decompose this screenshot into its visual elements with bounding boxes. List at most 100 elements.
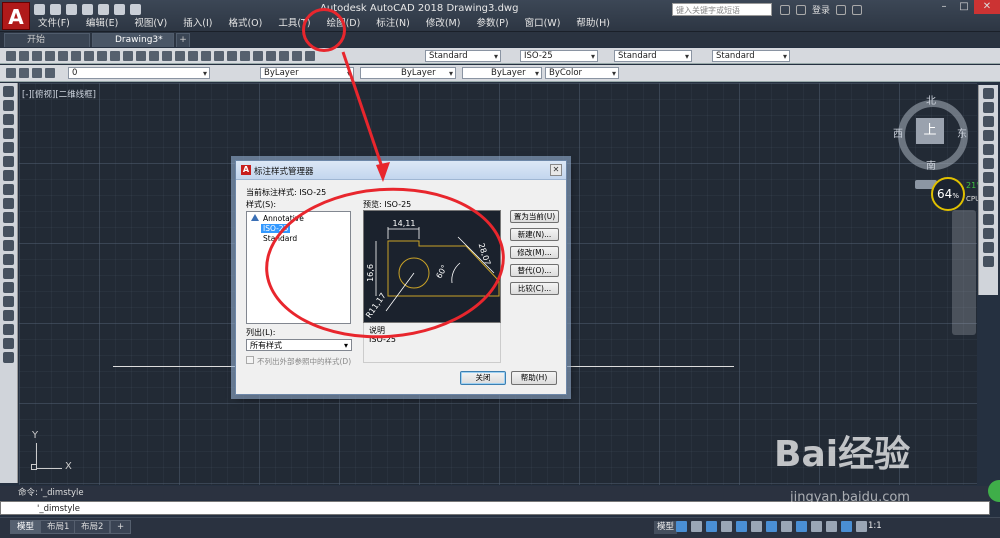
xref-filter-checkbox[interactable] <box>246 356 254 364</box>
add-selected-icon[interactable] <box>3 352 14 363</box>
layer-select[interactable]: 0 <box>68 67 210 79</box>
annotation-icon[interactable] <box>841 521 852 532</box>
annotation-scale[interactable]: 1:1 <box>868 521 882 531</box>
lineweight-icon[interactable] <box>796 521 807 532</box>
join-icon[interactable] <box>983 256 994 267</box>
login-link[interactable]: 登录 <box>812 3 830 16</box>
print-icon[interactable] <box>98 4 109 15</box>
qnew-icon[interactable] <box>6 51 16 61</box>
cut-icon[interactable] <box>84 51 94 61</box>
menu-window[interactable]: 窗口(W) <box>517 17 569 31</box>
compare-style-button[interactable]: 比较(C)... <box>510 282 559 295</box>
matchprop-icon[interactable] <box>123 51 133 61</box>
paste-icon[interactable] <box>110 51 120 61</box>
new-tab-button[interactable]: + <box>176 33 190 47</box>
ucs-icon[interactable] <box>766 521 777 532</box>
help-icon[interactable] <box>852 4 863 15</box>
open-icon[interactable] <box>19 51 29 61</box>
preview-icon[interactable] <box>58 51 68 61</box>
xline-icon[interactable] <box>3 100 14 111</box>
copy-object-icon[interactable] <box>983 102 994 113</box>
polyline-icon[interactable] <box>3 114 14 125</box>
menu-dimension[interactable]: 标注(N) <box>368 17 418 31</box>
compass-north[interactable]: 北 <box>926 92 936 107</box>
menu-insert[interactable]: 插入(I) <box>175 17 220 31</box>
zoom-realtime-icon[interactable] <box>188 51 198 61</box>
viewcube-top-face[interactable]: 上 <box>916 118 944 144</box>
menu-parameter[interactable]: 参数(P) <box>468 17 516 31</box>
text-style-select[interactable]: Standard <box>425 50 501 62</box>
zoom-previous-icon[interactable] <box>214 51 224 61</box>
point-icon[interactable] <box>3 268 14 279</box>
menu-view[interactable]: 视图(V) <box>126 17 175 31</box>
modify-style-button[interactable]: 修改(M)... <box>510 246 559 259</box>
scale-icon[interactable] <box>983 186 994 197</box>
menu-modify[interactable]: 修改(M) <box>418 17 469 31</box>
maximize-button[interactable]: □ <box>954 0 974 14</box>
save-icon[interactable] <box>66 4 77 15</box>
layout-tab-1[interactable]: 布局1 <box>40 520 77 534</box>
design-center-icon[interactable] <box>240 51 250 61</box>
save-as-icon[interactable] <box>82 4 93 15</box>
mirror-icon[interactable] <box>983 116 994 127</box>
hatch-icon[interactable] <box>3 282 14 293</box>
close-button[interactable]: ✕ <box>974 0 1000 14</box>
list-filter-select[interactable]: 所有样式 <box>246 339 352 351</box>
erase-icon[interactable] <box>983 88 994 99</box>
otrack-icon[interactable] <box>751 521 762 532</box>
break-icon[interactable] <box>983 242 994 253</box>
menu-format[interactable]: 格式(O) <box>220 17 270 31</box>
override-style-button[interactable]: 替代(O)... <box>510 264 559 277</box>
stretch-icon[interactable] <box>983 200 994 211</box>
dim-style-select[interactable]: ISO-25 <box>520 50 598 62</box>
tab-start[interactable]: 开始 <box>4 33 90 47</box>
help-button[interactable]: 帮助(H) <box>511 371 557 385</box>
line-icon[interactable] <box>3 86 14 97</box>
compass-south[interactable]: 南 <box>926 157 936 172</box>
make-block-icon[interactable] <box>3 254 14 265</box>
search-icon[interactable] <box>780 4 790 15</box>
polar-icon[interactable] <box>721 521 732 532</box>
sheet-set-icon[interactable] <box>266 51 276 61</box>
redo-icon[interactable] <box>130 4 141 15</box>
grid-icon[interactable] <box>676 521 687 532</box>
zoom-window-icon[interactable] <box>201 51 211 61</box>
model-space-button[interactable]: 模型 <box>654 521 678 534</box>
table-icon[interactable] <box>3 324 14 335</box>
revcloud-icon[interactable] <box>3 184 14 195</box>
color-select[interactable]: ByLayer <box>260 67 354 79</box>
mleader-style-select[interactable]: Standard <box>712 50 790 62</box>
plot-icon[interactable] <box>45 51 55 61</box>
ortho-icon[interactable] <box>706 521 717 532</box>
osnap-icon[interactable] <box>736 521 747 532</box>
autocad-logo-icon[interactable]: A <box>2 2 30 30</box>
snap-icon[interactable] <box>691 521 702 532</box>
layout-tab-2[interactable]: 布局2 <box>74 520 111 534</box>
redo-icon[interactable] <box>162 51 172 61</box>
move-icon[interactable] <box>983 158 994 169</box>
publish-icon[interactable] <box>71 51 81 61</box>
ellipse-icon[interactable] <box>3 212 14 223</box>
array-icon[interactable] <box>983 144 994 155</box>
gradient-icon[interactable] <box>3 296 14 307</box>
tool-palettes-icon[interactable] <box>253 51 263 61</box>
pan-icon[interactable] <box>175 51 185 61</box>
exchange-icon[interactable] <box>836 4 847 15</box>
workspace-icon[interactable] <box>856 521 867 532</box>
dyn-input-icon[interactable] <box>781 521 792 532</box>
selection-cycling-icon[interactable] <box>826 521 837 532</box>
layer-properties-icon[interactable] <box>6 68 16 78</box>
menu-file[interactable]: 文件(F) <box>30 17 78 31</box>
region-icon[interactable] <box>3 310 14 321</box>
dialog-close-button[interactable]: ✕ <box>550 164 562 176</box>
polygon-icon[interactable] <box>3 128 14 139</box>
set-current-button[interactable]: 置为当前(U) <box>510 210 559 223</box>
lineweight-select[interactable]: ByLayer <box>462 67 542 79</box>
compass-east[interactable]: 东 <box>957 125 967 140</box>
save-icon[interactable] <box>32 51 42 61</box>
new-icon[interactable] <box>34 4 45 15</box>
compass-west[interactable]: 西 <box>893 125 903 140</box>
extend-icon[interactable] <box>983 228 994 239</box>
properties-icon[interactable] <box>227 51 237 61</box>
markup-icon[interactable] <box>279 51 289 61</box>
